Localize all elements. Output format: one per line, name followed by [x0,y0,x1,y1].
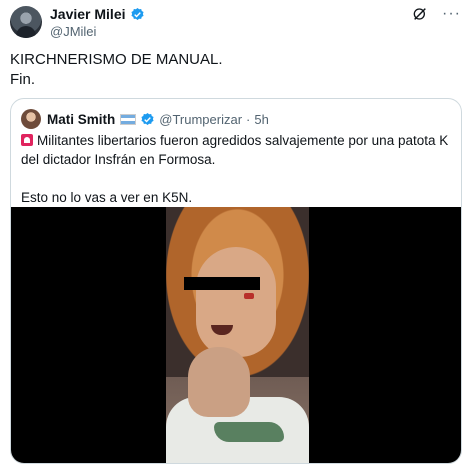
tweet-actions-top: ··· [412,6,461,22]
author-display-name[interactable]: Javier Milei [50,6,126,22]
tweet-text-line-2: Fin. [10,71,36,88]
verified-badge-icon [130,7,144,20]
video-face-shape [196,247,276,357]
quoted-author-display-name[interactable]: Mati Smith [47,112,115,127]
tweet[interactable]: Javier Milei @JMilei ··· KIRCHNERISMO DE… [0,0,471,472]
quoted-text-line-2: Esto no lo vas a ver en K5N. [21,190,193,205]
more-icon[interactable]: ··· [442,6,461,22]
author-avatar[interactable] [10,6,42,38]
video-hand-shape [188,347,250,417]
quoted-text-paragraph-1: Militantes libertarios fueron agredidos … [21,131,451,169]
quoted-timestamp[interactable]: 5h [254,112,268,127]
quoted-tweet-text: Militantes libertarios fueron agredidos … [21,131,451,207]
argentina-flag-icon [120,113,137,125]
quoted-text-line-1: Militantes libertarios fueron agredidos … [21,133,449,167]
timestamp-separator: · [246,111,251,127]
censor-bar [184,277,260,290]
author-handle[interactable]: @JMilei [50,24,96,39]
author-name-row: Javier Milei [50,6,145,22]
video-wound-shape [244,293,254,299]
quoted-author-avatar[interactable] [21,109,41,129]
quoted-author-handle[interactable]: @Trumperizar [159,112,242,127]
tweet-text-line-1: KIRCHNERISMO DE MANUAL. [10,51,223,68]
quoted-media-video[interactable] [11,207,461,463]
quoted-tweet[interactable]: Mati Smith @Trumperizar · 5h Militantes … [10,98,462,464]
grok-icon[interactable] [412,6,428,22]
tweet-text: KIRCHNERISMO DE MANUAL. Fin. [10,50,223,90]
quoted-tweet-header: Mati Smith @Trumperizar · 5h [21,109,269,129]
video-thumbnail[interactable] [166,207,309,463]
verified-badge-icon [141,112,154,125]
siren-emoji-icon [21,134,33,146]
crocodile-logo-shape [214,422,284,442]
